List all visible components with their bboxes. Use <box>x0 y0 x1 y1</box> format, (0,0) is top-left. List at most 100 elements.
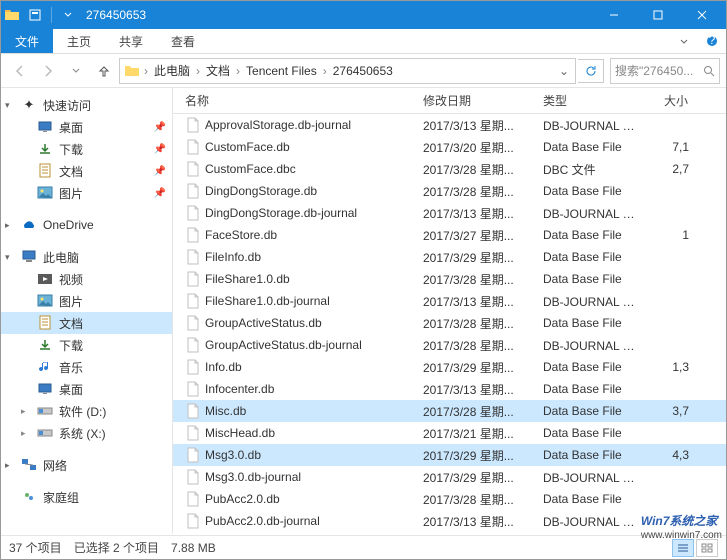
table-row[interactable]: DingDongStorage.db2017/3/28 星期...Data Ba… <box>173 180 726 202</box>
table-row[interactable]: CustomFace.dbc2017/3/28 星期...DBC 文件2,7 <box>173 158 726 180</box>
file-type: DBC 文件 <box>537 161 647 178</box>
sidebar-item-下载[interactable]: ▸下载📌 <box>1 138 172 160</box>
table-row[interactable]: PubAcc2.0.db2017/3/28 星期...Data Base Fil… <box>173 488 726 510</box>
nav-back-button[interactable] <box>7 58 33 84</box>
file-icon <box>185 381 201 397</box>
file-name: ApprovalStorage.db-journal <box>205 118 351 132</box>
close-button[interactable] <box>680 1 724 29</box>
table-row[interactable]: FileShare1.0.db2017/3/28 星期...Data Base … <box>173 268 726 290</box>
table-row[interactable]: ApprovalStorage.db-journal 2017/3/13 星期..… <box>173 114 726 136</box>
sidebar-quick-access[interactable]: ▾ ✦ 快速访问 <box>1 94 172 116</box>
column-size[interactable]: 大小 <box>647 88 695 113</box>
download-icon <box>37 337 53 353</box>
sidebar-onedrive[interactable]: ▸ OneDrive <box>1 214 172 236</box>
cloud-icon <box>21 217 37 233</box>
sidebar-item-视频[interactable]: ▸视频 <box>1 268 172 290</box>
table-row[interactable]: GroupActiveStatus.db-journal2017/3/28 星期… <box>173 334 726 356</box>
sidebar-homegroup[interactable]: ▸ 家庭组 <box>1 486 172 508</box>
column-type[interactable]: 类型 <box>537 88 647 113</box>
breadcrumb-item[interactable]: 此电脑 <box>150 60 194 82</box>
sidebar: ▾ ✦ 快速访问 ▸桌面📌▸下载📌▸文档📌▸图片📌 ▸ OneDrive ▾ 此… <box>1 88 173 534</box>
table-row[interactable]: PubAcc2.0.db-journal2017/3/13 星期...DB-JO… <box>173 510 726 532</box>
nav-forward-button[interactable] <box>35 58 61 84</box>
sidebar-item-系统 (X:)[interactable]: ▸系统 (X:) <box>1 422 172 444</box>
column-date[interactable]: 修改日期 <box>417 88 537 113</box>
table-row[interactable]: Misc.db2017/3/28 星期...Data Base File3,7 <box>173 400 726 422</box>
table-row[interactable]: FileInfo.db2017/3/29 星期...Data Base File <box>173 246 726 268</box>
file-date: 2017/3/28 星期... <box>417 183 537 200</box>
help-icon[interactable]: ? <box>698 29 726 53</box>
table-row[interactable]: Infocenter.db2017/3/13 星期...Data Base Fi… <box>173 378 726 400</box>
file-icon <box>185 271 201 287</box>
sidebar-item-图片[interactable]: ▸图片 <box>1 290 172 312</box>
pin-icon: 📌 <box>154 144 166 155</box>
pic-icon <box>37 185 53 201</box>
sidebar-item-文档[interactable]: ▸文档 <box>1 312 172 334</box>
address-bar[interactable]: › 此电脑 › 文档 › Tencent Files › 276450653 ⌄ <box>119 58 576 84</box>
file-date: 2017/3/29 星期... <box>417 469 537 486</box>
sidebar-network[interactable]: ▸ 网络 <box>1 454 172 476</box>
file-date: 2017/3/29 星期... <box>417 359 537 376</box>
maximize-button[interactable] <box>636 1 680 29</box>
table-row[interactable]: MiscHead.db2017/3/21 星期...Data Base File <box>173 422 726 444</box>
breadcrumb-sep-icon[interactable]: › <box>234 64 242 78</box>
breadcrumb-item[interactable]: 276450653 <box>329 60 397 82</box>
column-name[interactable]: 名称 <box>179 88 417 113</box>
minimize-button[interactable] <box>592 1 636 29</box>
table-row[interactable]: FaceStore.db2017/3/27 星期...Data Base Fil… <box>173 224 726 246</box>
sidebar-item-软件 (D:)[interactable]: ▸软件 (D:) <box>1 400 172 422</box>
table-row[interactable]: CustomFace.db2017/3/20 星期...Data Base Fi… <box>173 136 726 158</box>
sidebar-item-桌面[interactable]: ▸桌面📌 <box>1 116 172 138</box>
sidebar-item-图片[interactable]: ▸图片📌 <box>1 182 172 204</box>
desktop-icon <box>37 381 53 397</box>
search-input[interactable]: 搜索"276450... <box>610 58 720 84</box>
breadcrumb-item[interactable]: 文档 <box>202 60 234 82</box>
file-icon <box>185 183 201 199</box>
file-name: Misc.db <box>205 404 246 418</box>
file-date: 2017/3/28 星期... <box>417 337 537 354</box>
address-dropdown-icon[interactable]: ⌄ <box>555 64 573 78</box>
nav-up-button[interactable] <box>91 58 117 84</box>
sidebar-item-桌面[interactable]: ▸桌面 <box>1 378 172 400</box>
folder-icon <box>3 6 21 24</box>
table-row[interactable]: Msg3.0.db-journal2017/3/29 星期...DB-JOURN… <box>173 466 726 488</box>
file-date: 2017/3/13 星期... <box>417 117 537 134</box>
file-type: Data Base File <box>537 184 647 198</box>
breadcrumb-item[interactable]: Tencent Files <box>242 60 321 82</box>
pin-icon: 📌 <box>154 122 166 133</box>
breadcrumb-sep-icon[interactable]: › <box>321 64 329 78</box>
table-row[interactable]: FileShare1.0.db-journal2017/3/13 星期...DB… <box>173 290 726 312</box>
table-row[interactable]: Info.db2017/3/29 星期...Data Base File1,3 <box>173 356 726 378</box>
ribbon-expand-icon[interactable] <box>670 29 698 53</box>
sidebar-item-音乐[interactable]: ▸音乐 <box>1 356 172 378</box>
file-icon <box>185 139 201 155</box>
file-icon <box>185 491 201 507</box>
star-icon: ✦ <box>21 97 37 113</box>
qa-dropdown-icon[interactable] <box>56 4 80 26</box>
refresh-button[interactable] <box>578 59 604 83</box>
sidebar-item-下载[interactable]: ▸下载 <box>1 334 172 356</box>
view-icons-button[interactable] <box>696 539 718 557</box>
qa-properties-icon[interactable] <box>23 4 47 26</box>
tab-share[interactable]: 共享 <box>105 29 157 53</box>
table-row[interactable]: GroupActiveStatus.db2017/3/28 星期...Data … <box>173 312 726 334</box>
sidebar-this-pc[interactable]: ▾ 此电脑 <box>1 246 172 268</box>
file-icon <box>185 161 201 177</box>
tab-view[interactable]: 查看 <box>157 29 209 53</box>
file-name: GroupActiveStatus.db <box>205 316 322 330</box>
file-list[interactable]: ApprovalStorage.db-journal 2017/3/13 星期..… <box>173 114 726 534</box>
breadcrumb-sep-icon[interactable]: › <box>142 64 150 78</box>
pin-icon: 📌 <box>154 166 166 177</box>
sidebar-item-文档[interactable]: ▸文档📌 <box>1 160 172 182</box>
table-row[interactable]: Msg3.0.db2017/3/29 星期...Data Base File4,… <box>173 444 726 466</box>
table-row[interactable]: DingDongStorage.db-journal2017/3/13 星期..… <box>173 202 726 224</box>
view-details-button[interactable] <box>672 539 694 557</box>
file-icon <box>185 293 201 309</box>
file-icon <box>185 337 201 353</box>
homegroup-icon <box>21 489 37 505</box>
breadcrumb-sep-icon[interactable]: › <box>194 64 202 78</box>
nav-recent-dropdown[interactable] <box>63 58 89 84</box>
tab-file[interactable]: 文件 <box>1 29 53 53</box>
tab-home[interactable]: 主页 <box>53 29 105 53</box>
file-name: FileShare1.0.db <box>205 272 290 286</box>
